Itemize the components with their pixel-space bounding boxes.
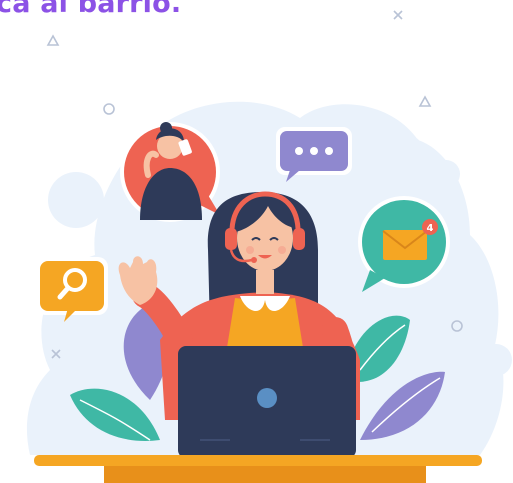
desk xyxy=(34,455,482,483)
laptop-icon xyxy=(178,346,356,458)
circle-shape-icon xyxy=(103,103,115,115)
phone-call-avatar-icon xyxy=(120,122,220,222)
triangle-shape-icon xyxy=(46,34,60,46)
chat-bubble-icon xyxy=(276,127,352,182)
search-icon xyxy=(36,257,108,322)
support-illustration: 4 xyxy=(26,10,512,483)
notification-badge: 4 xyxy=(427,223,434,234)
triangle-shape-icon xyxy=(418,95,432,107)
cross-shape-icon xyxy=(393,10,403,20)
